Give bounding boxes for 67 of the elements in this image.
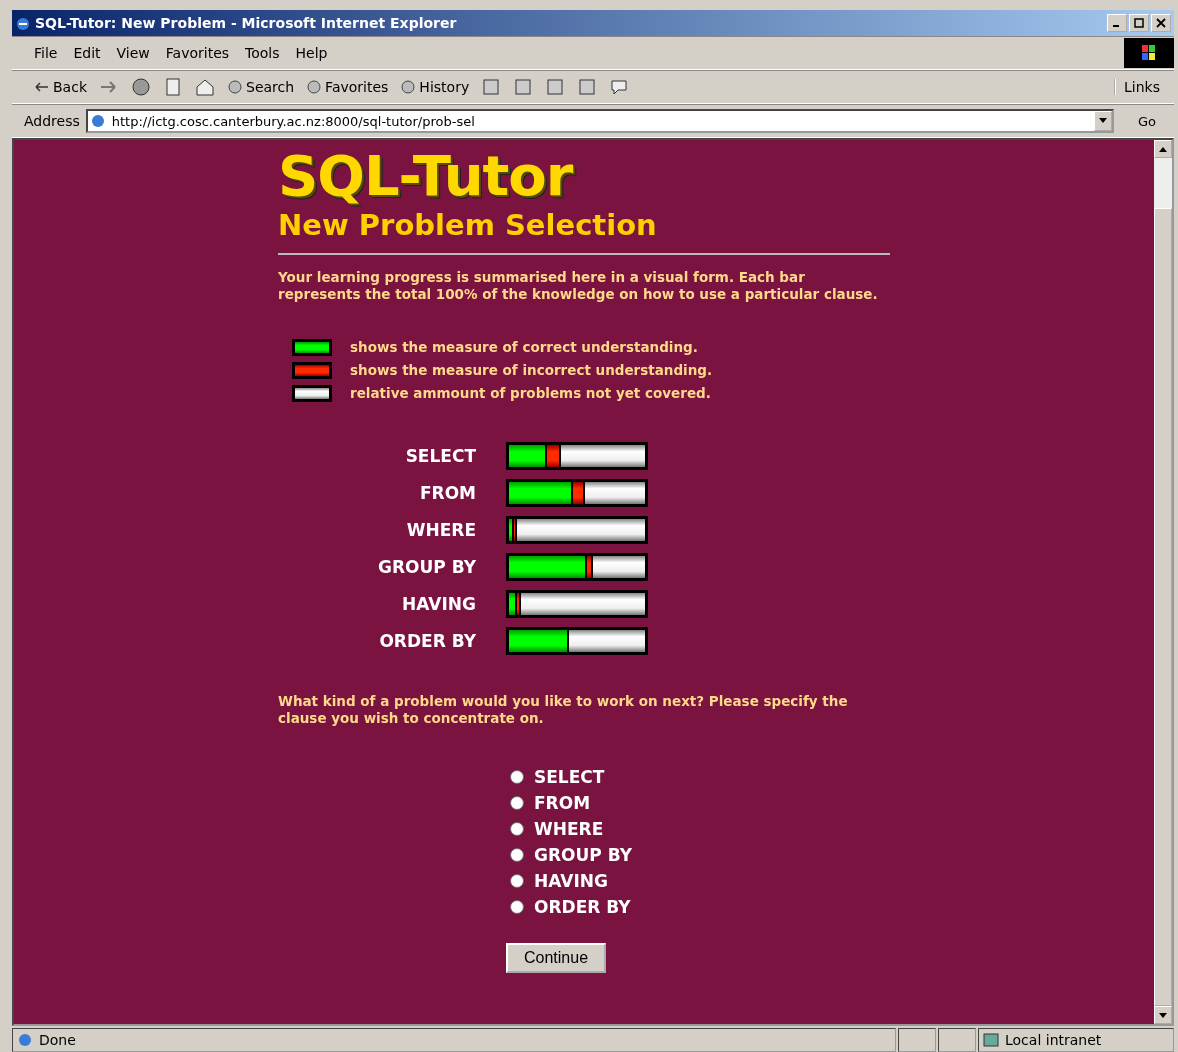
minimize-icon — [1112, 25, 1119, 27]
window-title: SQL-Tutor: New Problem - Microsoft Internet Explorer — [35, 15, 458, 31]
status-panel — [938, 1028, 976, 1052]
radio-button[interactable] — [510, 873, 524, 888]
radio-button[interactable] — [510, 795, 524, 810]
globe-icon — [306, 79, 323, 95]
globe-icon — [227, 79, 243, 95]
address-field[interactable]: http://ictg.cosc.canterbury.ac.nz:8000/sql-tutor/prob-sel — [85, 109, 1114, 133]
radio-label[interactable]: GROUP BY — [534, 844, 632, 865]
maximize-button[interactable] — [1129, 14, 1149, 32]
legend-swatch — [292, 384, 332, 402]
home-icon[interactable] — [195, 77, 215, 97]
radio-label[interactable]: HAVING — [534, 870, 608, 891]
clause-label: GROUP BY — [377, 556, 476, 577]
windows-logo-icon — [1124, 38, 1174, 68]
menu-item[interactable]: Favorites — [165, 45, 230, 61]
radio-label[interactable]: SELECT — [534, 766, 605, 787]
menu-item[interactable]: Tools — [245, 45, 280, 61]
toolbar-button[interactable]: Search — [227, 79, 295, 95]
toolbar-button[interactable]: Favorites — [306, 79, 389, 95]
close-button[interactable] — [1151, 14, 1171, 32]
go-button[interactable]: Go — [1119, 113, 1174, 129]
menu-item[interactable]: Help — [295, 45, 328, 61]
radio-label[interactable]: ORDER BY — [534, 896, 631, 917]
page-icon — [17, 1032, 33, 1048]
radio-button[interactable] — [510, 847, 524, 862]
clause-label: ORDER BY — [378, 630, 476, 651]
legend-swatch — [292, 361, 332, 379]
radio-button[interactable] — [510, 769, 524, 784]
radio-button[interactable] — [510, 821, 524, 836]
speech-bubble-icon[interactable] — [609, 77, 630, 97]
legend-label: shows the measure of correct understanding. — [350, 338, 698, 356]
clause-label: HAVING — [401, 593, 476, 614]
menu-item[interactable]: File — [34, 45, 58, 61]
radio-label[interactable]: WHERE — [534, 818, 604, 839]
continue-button[interactable]: Continue — [506, 942, 607, 973]
legend-label: relative ammount of problems not yet covered. — [350, 384, 711, 402]
status-panel — [898, 1028, 936, 1052]
up-arrow-icon[interactable] — [1159, 146, 1167, 152]
legend-label: shows the measure of incorrect understanding. — [350, 361, 713, 379]
toolbar-button[interactable]: Back — [34, 79, 87, 95]
minimize-button[interactable] — [1107, 14, 1127, 32]
page-icon — [89, 113, 106, 129]
stop-icon[interactable] — [131, 77, 151, 97]
legend-swatch — [292, 338, 332, 356]
maximize-icon — [1134, 18, 1144, 28]
clause-label: SELECT — [404, 445, 476, 466]
radio-label[interactable]: FROM — [534, 792, 591, 813]
intro-paragraph: Your learning progress is summarised here in a visual form. Each bar represents the total 100% of the knowledge on how to use a particular clause. — [278, 268, 879, 303]
network-icon — [983, 1032, 999, 1048]
logo: SQL-Tutor — [278, 148, 575, 204]
menu-item[interactable]: Edit — [73, 45, 101, 61]
radio-button[interactable] — [510, 899, 524, 914]
globe-icon — [400, 79, 417, 95]
links-button[interactable]: Links — [1114, 79, 1174, 95]
toolbar-button[interactable]: History — [400, 79, 470, 95]
status-text: Done — [12, 1028, 896, 1052]
clause-label: FROM — [418, 482, 476, 503]
menu-item[interactable]: View — [116, 45, 150, 61]
address-label: Address — [24, 113, 80, 129]
page-heading: New Problem Selection — [278, 208, 658, 243]
close-icon — [1156, 18, 1166, 28]
clause-label: WHERE — [405, 519, 476, 540]
down-arrow-icon[interactable] — [1159, 1012, 1167, 1018]
zone-indicator: Local intranet — [978, 1028, 1174, 1052]
browser-icon — [15, 15, 31, 31]
question-text: What kind of a problem would you like to work on next? Please specify the clause you wish to concentrate on. — [278, 692, 849, 727]
